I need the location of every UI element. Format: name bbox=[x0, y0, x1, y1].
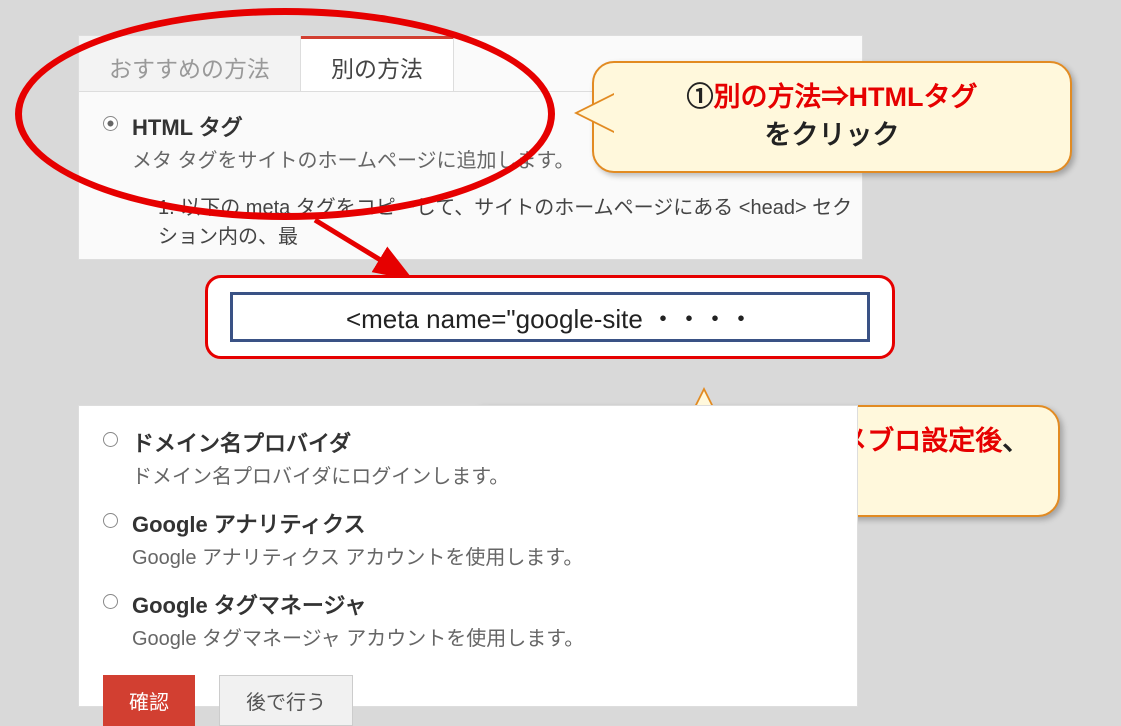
option-google-tag-manager[interactable]: Google タグマネージャ Google タグマネージャ アカウントを使用しま… bbox=[103, 588, 857, 651]
confirm-button[interactable]: 確認 bbox=[103, 675, 195, 726]
radio-google-tag-manager[interactable] bbox=[103, 594, 118, 609]
radio-domain-provider[interactable] bbox=[103, 432, 118, 447]
later-button[interactable]: 後で行う bbox=[219, 675, 353, 726]
option-google-analytics[interactable]: Google アナリティクス Google アナリティクス アカウントを使用しま… bbox=[103, 507, 857, 570]
google-tag-manager-title: Google タグマネージャ bbox=[132, 588, 584, 620]
meta-tag-code[interactable]: <meta name="google-site ・・・・ bbox=[230, 292, 870, 342]
radio-google-analytics[interactable] bbox=[103, 513, 118, 528]
tab-recommended[interactable]: おすすめの方法 bbox=[79, 36, 301, 91]
meta-tag-instruction: 1. 以下の meta タグをコピーして、サイトのホームページにある <head… bbox=[158, 191, 862, 249]
domain-provider-desc: ドメイン名プロバイダにログインします。 bbox=[132, 460, 509, 489]
button-row: 確認 後で行う bbox=[79, 669, 857, 726]
option-domain-provider[interactable]: ドメイン名プロバイダ ドメイン名プロバイダにログインします。 bbox=[103, 426, 857, 489]
tab-other[interactable]: 別の方法 bbox=[301, 36, 454, 91]
code-box-container: <meta name="google-site ・・・・ bbox=[205, 275, 895, 359]
html-tag-title: HTML タグ bbox=[132, 110, 575, 142]
google-analytics-title: Google アナリティクス bbox=[132, 507, 583, 539]
radio-html-tag[interactable] bbox=[103, 116, 118, 131]
html-tag-desc: メタ タグをサイトのホームページに追加します。 bbox=[132, 144, 575, 173]
callout1-black: をクリック bbox=[765, 120, 900, 150]
google-tag-manager-desc: Google タグマネージャ アカウントを使用します。 bbox=[132, 622, 584, 651]
google-analytics-desc: Google アナリティクス アカウントを使用します。 bbox=[132, 541, 583, 570]
callout-step1: ①別の方法⇒HTMLタグ をクリック bbox=[592, 61, 1072, 173]
domain-provider-title: ドメイン名プロバイダ bbox=[132, 426, 509, 458]
other-options-list: ドメイン名プロバイダ ドメイン名プロバイダにログインします。 Google アナ… bbox=[79, 406, 857, 651]
callout1-red: 別の方法⇒HTMLタグ bbox=[714, 82, 978, 112]
callout1-num: ① bbox=[687, 82, 714, 112]
verification-panel-bottom: ドメイン名プロバイダ ドメイン名プロバイダにログインします。 Google アナ… bbox=[78, 405, 858, 707]
